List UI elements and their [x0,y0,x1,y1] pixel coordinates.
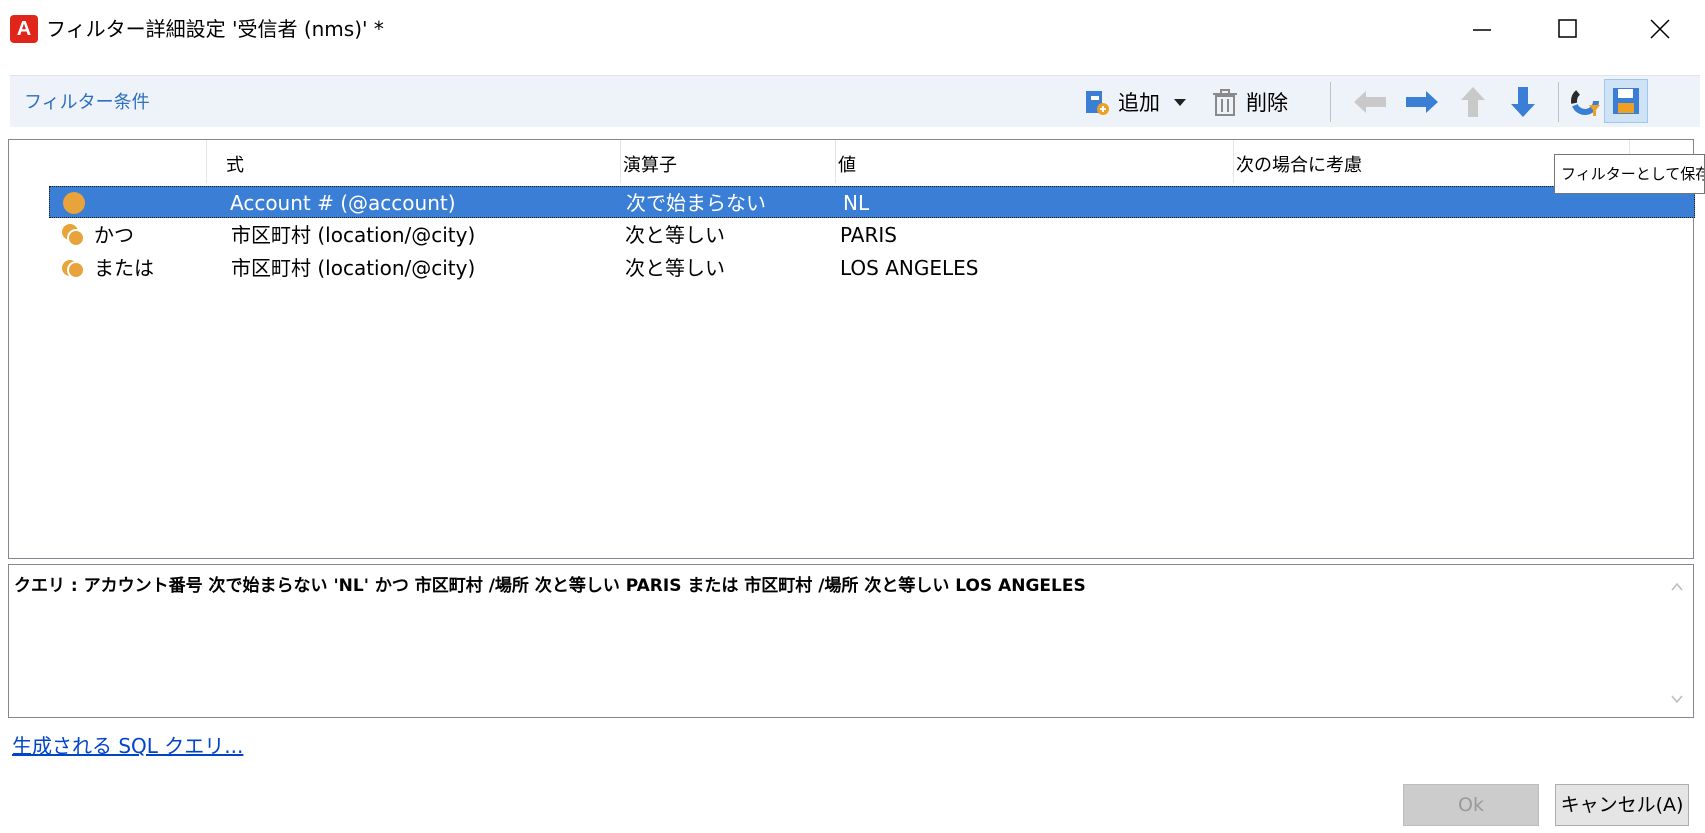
row-logic: かつ [94,223,134,247]
add-label: 追加 [1118,91,1160,115]
query-preview: クエリ : アカウント番号 次で始まらない 'NL' かつ 市区町村 /場所 次… [8,564,1694,718]
column-header-consider-if[interactable]: 次の場合に考慮 [1236,151,1362,177]
column-header-expression[interactable]: 式 [226,151,244,177]
toolbar-separator [1330,82,1331,122]
query-text: クエリ : アカウント番号 次で始まらない 'NL' かつ 市区町村 /場所 次… [14,576,1086,596]
filter-conditions-grid[interactable]: 式 演算子 値 次の場合に考慮 Account # (@account) 次で始… [8,139,1695,559]
delete-button[interactable]: 削除 [1210,84,1288,120]
row-expression: 市区町村 (location/@city) [231,223,476,247]
distribution-button[interactable] [1570,84,1602,120]
toolbar: フィルター条件 追加 削除 [10,75,1700,127]
move-right-button[interactable] [1404,84,1440,120]
toolbar-separator [1558,82,1559,122]
move-left-button[interactable] [1352,84,1388,120]
minimize-icon [1473,28,1491,31]
trash-icon [1213,89,1237,116]
condition-icon [63,192,85,214]
save-filter-tooltip: フィルターとして保存 [1554,154,1705,194]
close-button[interactable] [1620,0,1700,57]
arrow-down-icon [1511,87,1535,117]
add-condition-icon [1086,91,1109,115]
arrow-up-icon [1461,87,1485,117]
window-title: フィルター詳細設定 '受信者 (nms)' * [46,17,384,41]
column-separator [1233,140,1234,183]
row-value: LOS ANGELES [840,256,979,280]
add-button[interactable]: 追加 [1082,84,1190,120]
maximize-button[interactable] [1528,0,1608,57]
move-down-button[interactable] [1508,84,1538,120]
table-row[interactable]: かつ 市区町村 (location/@city) 次と等しい PARIS [49,219,1695,251]
column-separator [835,140,836,183]
column-separator [206,140,207,183]
and-condition-icon [62,224,85,247]
filter-conditions-label: フィルター条件 [24,92,150,113]
row-operator: 次と等しい [625,223,725,247]
column-separator [620,140,621,183]
save-disk-icon [1613,88,1639,114]
row-logic: または [94,256,154,280]
or-condition-icon [62,260,85,279]
table-row[interactable]: Account # (@account) 次で始まらない NL [49,186,1695,218]
row-expression: Account # (@account) [230,191,456,215]
row-operator: 次で始まらない [626,191,766,215]
column-header-operator[interactable]: 演算子 [623,151,677,177]
row-value: PARIS [840,223,897,247]
delete-label: 削除 [1246,91,1288,115]
scroll-up-icon[interactable] [1669,579,1685,595]
row-value: NL [843,191,870,215]
pie-filter-icon [1571,87,1600,116]
save-as-filter-button[interactable] [1604,79,1648,123]
column-header-value[interactable]: 値 [838,151,856,177]
dropdown-arrow-icon [1174,99,1186,106]
generated-sql-query-link[interactable]: 生成される SQL クエリ... [12,730,243,759]
title-bar: A フィルター詳細設定 '受信者 (nms)' * [0,0,1705,57]
scroll-down-icon[interactable] [1669,691,1685,707]
ok-button[interactable]: Ok [1403,784,1539,826]
minimize-button[interactable] [1442,0,1522,57]
maximize-icon [1558,18,1577,38]
table-row[interactable]: または 市区町村 (location/@city) 次と等しい LOS ANGE… [49,252,1695,284]
app-logo-icon: A [10,15,38,43]
move-up-button[interactable] [1458,84,1488,120]
close-icon [1650,18,1670,39]
arrow-left-icon [1354,91,1386,113]
row-expression: 市区町村 (location/@city) [231,256,476,280]
row-operator: 次と等しい [625,256,725,280]
arrow-right-icon [1406,91,1438,113]
cancel-button[interactable]: キャンセル(A) [1555,784,1689,826]
